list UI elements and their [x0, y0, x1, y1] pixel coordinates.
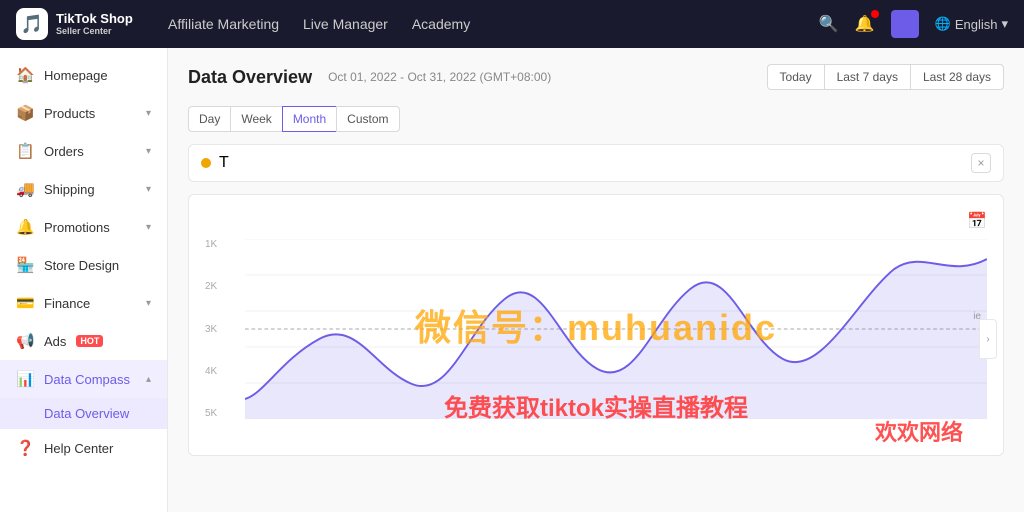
chevron-down-icon: ▾ — [146, 298, 151, 309]
date-range: Oct 01, 2022 - Oct 31, 2022 (GMT+08:00) — [328, 70, 551, 84]
gran-day[interactable]: Day — [188, 106, 230, 132]
metric-dot — [201, 158, 211, 168]
sidebar-label: Ads — [44, 334, 66, 349]
sidebar-item-promotions[interactable]: 🔔 Promotions ▾ — [0, 208, 167, 246]
filter-last28[interactable]: Last 28 days — [910, 64, 1004, 90]
notification-badge — [871, 10, 879, 18]
chart-header: 📅 — [205, 211, 987, 231]
nav-live-manager[interactable]: Live Manager — [303, 12, 388, 36]
language-selector[interactable]: 🌐 English ▾ — [935, 16, 1008, 32]
sidebar-item-help-center[interactable]: ❓ Help Center — [0, 429, 167, 467]
y-label: 1K — [205, 239, 241, 250]
y-label: 2K — [205, 281, 241, 292]
y-label: 3K — [205, 324, 241, 335]
shipping-icon: 🚚 — [16, 180, 34, 198]
chevron-down-icon: ▾ — [146, 222, 151, 233]
sidebar-item-data-compass[interactable]: 📊 Data Compass ▴ — [0, 360, 167, 398]
gran-week[interactable]: Week — [230, 106, 281, 132]
avatar[interactable] — [891, 10, 919, 38]
sidebar-label: Help Center — [44, 441, 113, 456]
logo-icon: 🎵 — [16, 8, 48, 40]
main-content: Data Overview Oct 01, 2022 - Oct 31, 202… — [168, 48, 1024, 512]
hot-badge: HOT — [76, 335, 103, 347]
chevron-down-icon: ▾ — [146, 108, 151, 119]
main-layout: 🏠 Homepage 📦 Products ▾ 📋 Orders ▾ 🚚 Shi… — [0, 48, 1024, 512]
granularity-filters: Day Week Month Custom — [188, 106, 400, 132]
logo[interactable]: 🎵 TikTok Shop Seller Center — [16, 8, 136, 40]
reference-label: ie — [973, 311, 981, 322]
chart-svg — [245, 239, 987, 419]
expand-handle[interactable]: › — [979, 319, 997, 359]
store-icon: 🏪 — [16, 256, 34, 274]
chevron-up-icon: ▴ — [146, 374, 151, 385]
notification-icon[interactable]: 🔔 — [855, 14, 875, 34]
top-navigation: 🎵 TikTok Shop Seller Center Affiliate Ma… — [0, 0, 1024, 48]
filter-today[interactable]: Today — [767, 64, 824, 90]
sidebar-label: Shipping — [44, 182, 95, 197]
chart-container: 📅 5K 4K 3K 2K 1K — [188, 194, 1004, 456]
sidebar-subitem-data-overview[interactable]: Data Overview — [0, 398, 167, 429]
metric-selector-row: T × — [188, 144, 1004, 182]
y-label: 5K — [205, 408, 241, 419]
nav-links: Affiliate Marketing Live Manager Academy — [168, 12, 787, 36]
metric-label: T — [219, 154, 229, 172]
finance-icon: 💳 — [16, 294, 34, 312]
page-title-row: Data Overview Oct 01, 2022 - Oct 31, 202… — [188, 64, 1004, 132]
orders-icon: 📋 — [16, 142, 34, 160]
sidebar-label: Products — [44, 106, 95, 121]
data-compass-icon: 📊 — [16, 370, 34, 388]
help-icon: ❓ — [16, 439, 34, 457]
chart-svg-wrapper — [245, 239, 987, 419]
sidebar-item-homepage[interactable]: 🏠 Homepage — [0, 56, 167, 94]
gran-custom[interactable]: Custom — [336, 106, 399, 132]
home-icon: 🏠 — [16, 66, 34, 84]
sidebar-label: Orders — [44, 144, 84, 159]
promotions-icon: 🔔 — [16, 218, 34, 236]
sidebar-label: Homepage — [44, 68, 108, 83]
sidebar-item-orders[interactable]: 📋 Orders ▾ — [0, 132, 167, 170]
chart-area: 5K 4K 3K 2K 1K — [205, 239, 987, 439]
sidebar-item-ads[interactable]: 📢 Ads HOT — [0, 322, 167, 360]
calendar-icon[interactable]: 📅 — [967, 211, 987, 231]
page-title: Data Overview — [188, 67, 312, 88]
ads-icon: 📢 — [16, 332, 34, 350]
metric-close-button[interactable]: × — [971, 153, 991, 173]
sidebar-label: Promotions — [44, 220, 110, 235]
sidebar-item-store-design[interactable]: 🏪 Store Design — [0, 246, 167, 284]
products-icon: 📦 — [16, 104, 34, 122]
sidebar-label: Data Compass — [44, 372, 130, 387]
y-axis-labels: 5K 4K 3K 2K 1K — [205, 239, 241, 419]
chevron-down-icon: ▾ — [146, 146, 151, 157]
y-label: 4K — [205, 366, 241, 377]
nav-academy[interactable]: Academy — [412, 12, 470, 36]
time-filters: Today Last 7 days Last 28 days — [767, 64, 1004, 90]
sidebar-item-shipping[interactable]: 🚚 Shipping ▾ — [0, 170, 167, 208]
logo-text: TikTok Shop Seller Center — [56, 11, 133, 37]
sidebar-item-finance[interactable]: 💳 Finance ▾ — [0, 284, 167, 322]
nav-affiliate-marketing[interactable]: Affiliate Marketing — [168, 12, 279, 36]
search-icon[interactable]: 🔍 — [819, 14, 839, 34]
sidebar-label: Store Design — [44, 258, 119, 273]
chevron-down-icon: ▾ — [146, 184, 151, 195]
filter-last7[interactable]: Last 7 days — [824, 64, 910, 90]
sidebar-item-products[interactable]: 📦 Products ▾ — [0, 94, 167, 132]
gran-month[interactable]: Month — [282, 106, 336, 132]
chart-area-fill — [245, 259, 987, 419]
sidebar-label: Finance — [44, 296, 90, 311]
sidebar: 🏠 Homepage 📦 Products ▾ 📋 Orders ▾ 🚚 Shi… — [0, 48, 168, 512]
nav-right-area: 🔍 🔔 🌐 English ▾ — [819, 10, 1008, 38]
